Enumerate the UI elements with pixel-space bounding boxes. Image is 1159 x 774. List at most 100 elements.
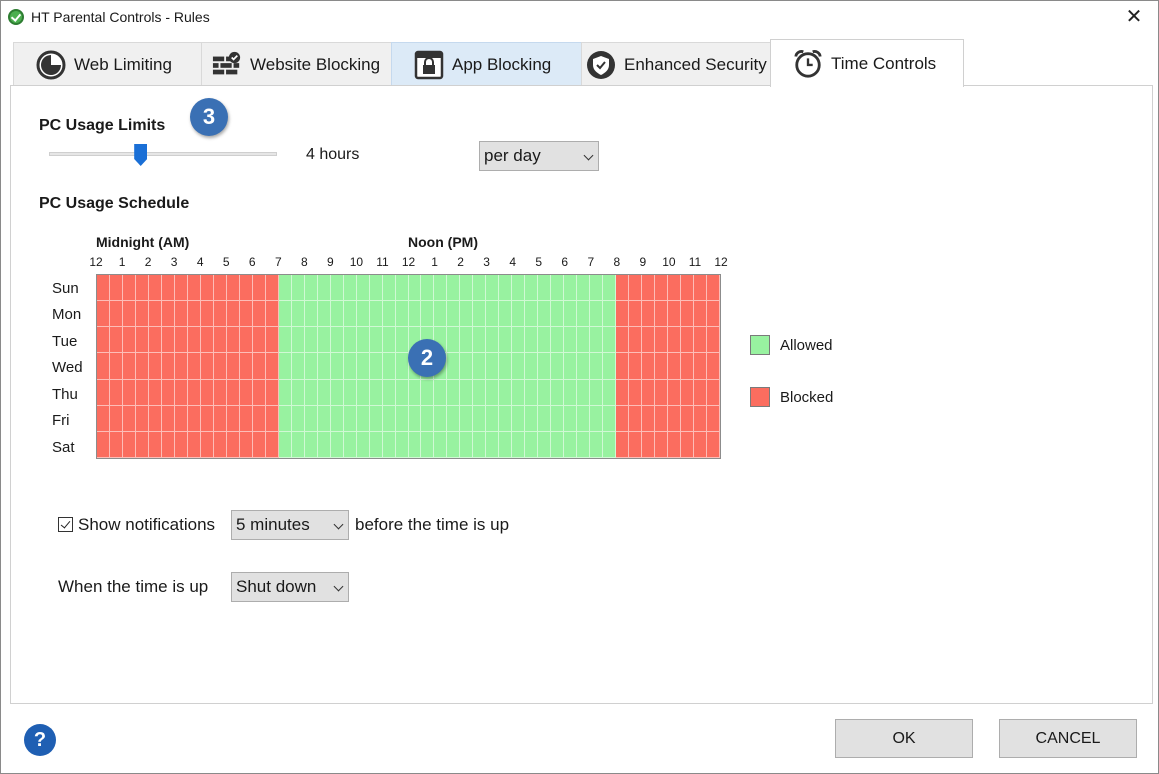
- schedule-cell-blocked[interactable]: [174, 275, 188, 302]
- schedule-cell-blocked[interactable]: [213, 275, 227, 302]
- help-button[interactable]: ?: [24, 724, 56, 756]
- schedule-cell-allowed[interactable]: [486, 431, 500, 458]
- schedule-cell-blocked[interactable]: [213, 353, 227, 380]
- schedule-cell-blocked[interactable]: [655, 301, 669, 328]
- schedule-cell-blocked[interactable]: [161, 379, 175, 406]
- schedule-cell-allowed[interactable]: [291, 301, 305, 328]
- schedule-cell-blocked[interactable]: [109, 275, 123, 302]
- schedule-cell-blocked[interactable]: [642, 275, 656, 302]
- schedule-cell-allowed[interactable]: [356, 275, 370, 302]
- schedule-cell-blocked[interactable]: [213, 379, 227, 406]
- schedule-cell-blocked[interactable]: [148, 275, 162, 302]
- schedule-cell-allowed[interactable]: [564, 301, 578, 328]
- schedule-cell-allowed[interactable]: [447, 275, 461, 302]
- schedule-cell-allowed[interactable]: [369, 301, 383, 328]
- schedule-cell-allowed[interactable]: [564, 431, 578, 458]
- schedule-cell-blocked[interactable]: [252, 431, 266, 458]
- schedule-cell-blocked[interactable]: [265, 327, 279, 354]
- schedule-cell-blocked[interactable]: [694, 275, 708, 302]
- schedule-cell-allowed[interactable]: [421, 301, 435, 328]
- schedule-cell-blocked[interactable]: [148, 405, 162, 432]
- schedule-cell-allowed[interactable]: [356, 353, 370, 380]
- schedule-cell-blocked[interactable]: [655, 379, 669, 406]
- schedule-cell-allowed[interactable]: [447, 405, 461, 432]
- schedule-cell-allowed[interactable]: [525, 431, 539, 458]
- schedule-cell-allowed[interactable]: [512, 431, 526, 458]
- schedule-cell-blocked[interactable]: [616, 431, 630, 458]
- schedule-cell-blocked[interactable]: [265, 431, 279, 458]
- schedule-cell-allowed[interactable]: [486, 379, 500, 406]
- schedule-cell-allowed[interactable]: [460, 379, 474, 406]
- schedule-cell-blocked[interactable]: [707, 275, 720, 302]
- schedule-cell-blocked[interactable]: [252, 275, 266, 302]
- schedule-cell-blocked[interactable]: [226, 301, 240, 328]
- schedule-cell-blocked[interactable]: [135, 353, 149, 380]
- schedule-cell-blocked[interactable]: [200, 275, 214, 302]
- schedule-cell-blocked[interactable]: [97, 301, 110, 328]
- schedule-cell-allowed[interactable]: [499, 431, 513, 458]
- schedule-cell-blocked[interactable]: [252, 327, 266, 354]
- schedule-cell-allowed[interactable]: [434, 431, 448, 458]
- show-notifications-checkbox[interactable]: [58, 517, 73, 532]
- schedule-cell-blocked[interactable]: [668, 431, 682, 458]
- schedule-cell-allowed[interactable]: [590, 301, 604, 328]
- schedule-cell-allowed[interactable]: [564, 379, 578, 406]
- schedule-cell-allowed[interactable]: [278, 353, 292, 380]
- schedule-cell-allowed[interactable]: [551, 379, 565, 406]
- schedule-cell-blocked[interactable]: [668, 405, 682, 432]
- schedule-cell-blocked[interactable]: [97, 353, 110, 380]
- schedule-cell-allowed[interactable]: [499, 353, 513, 380]
- schedule-cell-allowed[interactable]: [447, 327, 461, 354]
- schedule-cell-blocked[interactable]: [109, 301, 123, 328]
- schedule-cell-allowed[interactable]: [343, 327, 357, 354]
- schedule-cell-blocked[interactable]: [668, 379, 682, 406]
- schedule-cell-allowed[interactable]: [291, 431, 305, 458]
- schedule-cell-blocked[interactable]: [239, 327, 253, 354]
- schedule-cell-blocked[interactable]: [187, 275, 201, 302]
- schedule-cell-blocked[interactable]: [629, 327, 643, 354]
- schedule-cell-blocked[interactable]: [213, 431, 227, 458]
- schedule-grid[interactable]: [96, 274, 721, 459]
- period-dropdown[interactable]: per day: [479, 141, 599, 171]
- schedule-cell-blocked[interactable]: [642, 379, 656, 406]
- schedule-cell-allowed[interactable]: [460, 327, 474, 354]
- schedule-cell-allowed[interactable]: [590, 353, 604, 380]
- schedule-cell-allowed[interactable]: [278, 275, 292, 302]
- schedule-cell-allowed[interactable]: [434, 379, 448, 406]
- schedule-cell-allowed[interactable]: [304, 379, 318, 406]
- schedule-cell-allowed[interactable]: [395, 353, 409, 380]
- tab-web-limiting[interactable]: Web Limiting: [13, 42, 202, 86]
- schedule-cell-blocked[interactable]: [265, 379, 279, 406]
- schedule-cell-blocked[interactable]: [148, 327, 162, 354]
- schedule-cell-allowed[interactable]: [564, 405, 578, 432]
- schedule-cell-allowed[interactable]: [434, 301, 448, 328]
- schedule-cell-blocked[interactable]: [109, 353, 123, 380]
- schedule-cell-allowed[interactable]: [512, 405, 526, 432]
- schedule-cell-allowed[interactable]: [317, 301, 331, 328]
- schedule-cell-allowed[interactable]: [317, 353, 331, 380]
- schedule-cell-allowed[interactable]: [369, 405, 383, 432]
- schedule-cell-allowed[interactable]: [343, 405, 357, 432]
- schedule-cell-blocked[interactable]: [655, 353, 669, 380]
- schedule-cell-blocked[interactable]: [174, 353, 188, 380]
- schedule-cell-allowed[interactable]: [356, 327, 370, 354]
- schedule-cell-blocked[interactable]: [226, 353, 240, 380]
- schedule-cell-blocked[interactable]: [642, 353, 656, 380]
- schedule-cell-allowed[interactable]: [473, 327, 487, 354]
- schedule-cell-blocked[interactable]: [187, 405, 201, 432]
- schedule-cell-blocked[interactable]: [109, 405, 123, 432]
- schedule-cell-blocked[interactable]: [616, 301, 630, 328]
- schedule-cell-blocked[interactable]: [213, 405, 227, 432]
- schedule-cell-allowed[interactable]: [382, 327, 396, 354]
- schedule-cell-allowed[interactable]: [369, 431, 383, 458]
- schedule-cell-blocked[interactable]: [122, 327, 136, 354]
- schedule-cell-allowed[interactable]: [408, 275, 422, 302]
- schedule-cell-allowed[interactable]: [590, 275, 604, 302]
- schedule-cell-allowed[interactable]: [499, 379, 513, 406]
- schedule-cell-blocked[interactable]: [135, 405, 149, 432]
- schedule-cell-allowed[interactable]: [525, 327, 539, 354]
- schedule-cell-allowed[interactable]: [577, 301, 591, 328]
- schedule-cell-allowed[interactable]: [538, 431, 552, 458]
- schedule-cell-allowed[interactable]: [408, 405, 422, 432]
- schedule-cell-blocked[interactable]: [642, 327, 656, 354]
